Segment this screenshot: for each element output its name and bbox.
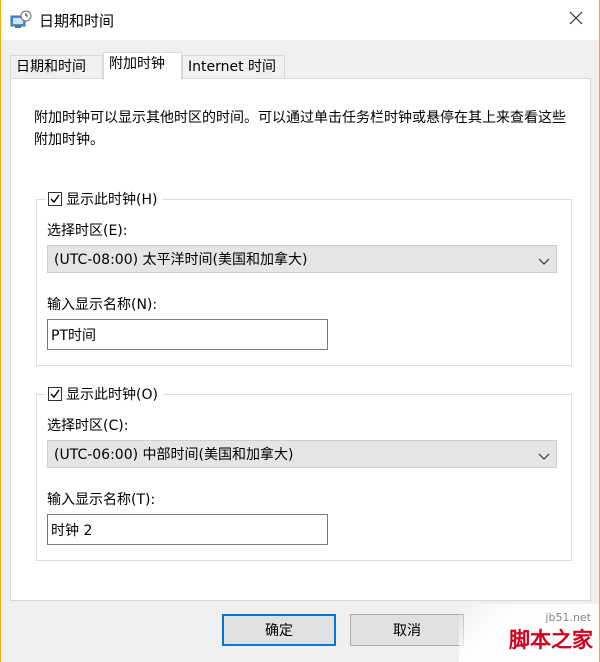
tab-additional-clocks[interactable]: 附加时钟	[103, 52, 182, 80]
ok-button[interactable]: 确定	[222, 614, 336, 646]
title-bar: 日期和时间	[1, 0, 599, 40]
clock1-name-input[interactable]: PT时间	[47, 319, 328, 350]
date-time-dialog: 日期和时间 日期和时间 附加时钟 Internet 时间 附加时钟可以显示其他时…	[0, 0, 600, 662]
chevron-down-icon	[538, 450, 550, 460]
clock2-timezone-select[interactable]: (UTC-06:00) 中部时间(美国和加拿大)	[47, 440, 557, 468]
clock1-group: 显示此时钟(H) 选择时区(E): (UTC-08:00) 太平洋时间(美国和加…	[36, 188, 572, 366]
watermark-url: jb51.net	[545, 611, 591, 624]
chevron-down-icon	[538, 255, 550, 265]
cancel-button[interactable]: 取消	[350, 614, 464, 646]
close-icon	[569, 11, 583, 29]
clock2-timezone-value: (UTC-06:00) 中部时间(美国和加拿大)	[54, 447, 294, 463]
clock2-timezone-label: 选择时区(C):	[47, 418, 129, 434]
clock2-name-input[interactable]: 时钟 2	[47, 514, 328, 545]
tab-strip: 日期和时间 附加时钟 Internet 时间	[10, 52, 595, 80]
clock1-name-label: 输入显示名称(N):	[47, 297, 158, 313]
close-button[interactable]	[553, 0, 599, 40]
clock2-name-value: 时钟 2	[51, 522, 93, 539]
tab-date-time[interactable]: 日期和时间	[10, 55, 103, 79]
clock2-name-label: 输入显示名称(T):	[47, 492, 156, 508]
clock2-show-checkbox[interactable]: 显示此时钟(O)	[45, 383, 164, 405]
clock1-timezone-value: (UTC-08:00) 太平洋时间(美国和加拿大)	[54, 252, 308, 268]
clock2-group: 显示此时钟(O) 选择时区(C): (UTC-06:00) 中部时间(美国和加拿…	[36, 383, 572, 561]
checkbox-checked-icon[interactable]	[48, 192, 62, 206]
tab-internet-time[interactable]: Internet 时间	[182, 55, 285, 79]
window-title: 日期和时间	[39, 12, 115, 30]
clock1-timezone-select[interactable]: (UTC-08:00) 太平洋时间(美国和加拿大)	[47, 245, 557, 273]
checkbox-checked-icon[interactable]	[48, 387, 62, 401]
watermark-text: 脚本之家	[509, 628, 593, 652]
watermark: jb51.net 脚本之家	[459, 604, 599, 662]
clock1-show-checkbox[interactable]: 显示此时钟(H)	[45, 188, 164, 210]
additional-clocks-panel: 附加时钟可以显示其他时区的时间。可以通过单击任务栏时钟或悬停在其上来查看这些附加…	[10, 78, 591, 601]
clock1-checkbox-label: 显示此时钟(H)	[66, 192, 158, 208]
clock1-name-value: PT时间	[51, 327, 96, 344]
clock2-checkbox-label: 显示此时钟(O)	[66, 387, 158, 403]
clock1-timezone-label: 选择时区(E):	[47, 223, 128, 239]
date-time-icon	[10, 10, 32, 30]
description-text: 附加时钟可以显示其他时区的时间。可以通过单击任务栏时钟或悬停在其上来查看这些附加…	[34, 110, 566, 148]
